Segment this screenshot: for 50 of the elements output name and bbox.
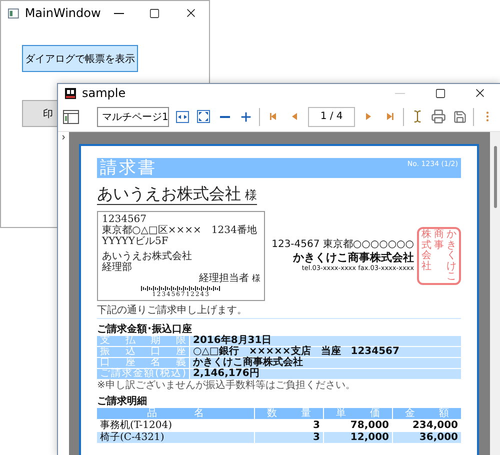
customer-name: あいうえお株式会社 様: [97, 185, 257, 205]
next-page-icon: [364, 112, 374, 121]
company-seal: 株式会社 商事 かきくけこ: [417, 227, 461, 285]
app-icon: [8, 8, 19, 18]
first-page-icon: [268, 112, 278, 121]
field-value: ○△□銀行 ×××××支店 当座 1234567: [190, 347, 461, 357]
column-header: 単価: [324, 408, 392, 419]
page-number-field[interactable]: 1 / 4: [308, 106, 356, 126]
table-cell: 椅子(C-4321): [97, 432, 254, 443]
issuer-name: かきくけこ商事株式会社: [293, 251, 414, 264]
invoice-title: 請求書: [100, 158, 157, 178]
print-button[interactable]: [431, 108, 446, 126]
plus-icon: [238, 110, 253, 124]
invoice-message: 下記の通りご請求申し上げます。: [97, 305, 461, 319]
field-value: 2016年8月31日: [190, 336, 461, 346]
scrollbar-thumb[interactable]: [494, 146, 496, 208]
panel-icon: [63, 110, 79, 124]
table-cell: 12,000: [324, 432, 392, 443]
fit-page-icon: [197, 110, 210, 123]
table-cell: 3: [255, 432, 323, 443]
recipient-line: 経理部: [102, 262, 132, 273]
fit-page-button[interactable]: [196, 108, 212, 126]
table-cell: 36,000: [393, 432, 461, 443]
address-line: YYYYYビル5F: [102, 236, 168, 247]
recipient-person: 経理担当者 様: [198, 273, 260, 284]
sidebar-panel-button[interactable]: [63, 108, 79, 126]
column-header: 金額: [393, 408, 461, 419]
printer-icon: [431, 109, 446, 124]
window-title: MainWindow: [24, 6, 101, 20]
fit-width-icon: [176, 110, 190, 122]
sidebar-toggle[interactable]: ›: [58, 132, 69, 455]
field-value: かきくけこ商事株式会社: [190, 358, 461, 368]
section-title: ご請求金額･振込口座: [97, 324, 193, 335]
footnote: ※申し訳ございませんが振込手数料等はご負担ください。: [97, 380, 356, 391]
column-header: 数量: [255, 408, 323, 419]
window-title: sample: [82, 86, 127, 100]
zoom-mode-dropdown[interactable]: マルチページ1: [97, 106, 169, 126]
address-line: 東京都○△□区×××× 1234番地: [102, 225, 257, 236]
previous-page-icon: [290, 112, 299, 121]
app-icon: [65, 88, 76, 98]
last-page-icon: [385, 112, 394, 121]
recipient-line: あいうえお株式会社: [102, 251, 192, 262]
save-icon: [452, 110, 467, 124]
column-header: 品名: [97, 408, 254, 419]
minus-icon: [220, 116, 230, 118]
action-button[interactable]: ダイアログで帳票を表示: [22, 45, 138, 72]
issuer-address: 123-4567 東京都○○○○○○○: [272, 239, 414, 252]
section-title: ご請求明細: [97, 396, 148, 407]
postal-code: 1234567: [102, 214, 147, 225]
field-value: 2,146,176円: [190, 369, 461, 379]
